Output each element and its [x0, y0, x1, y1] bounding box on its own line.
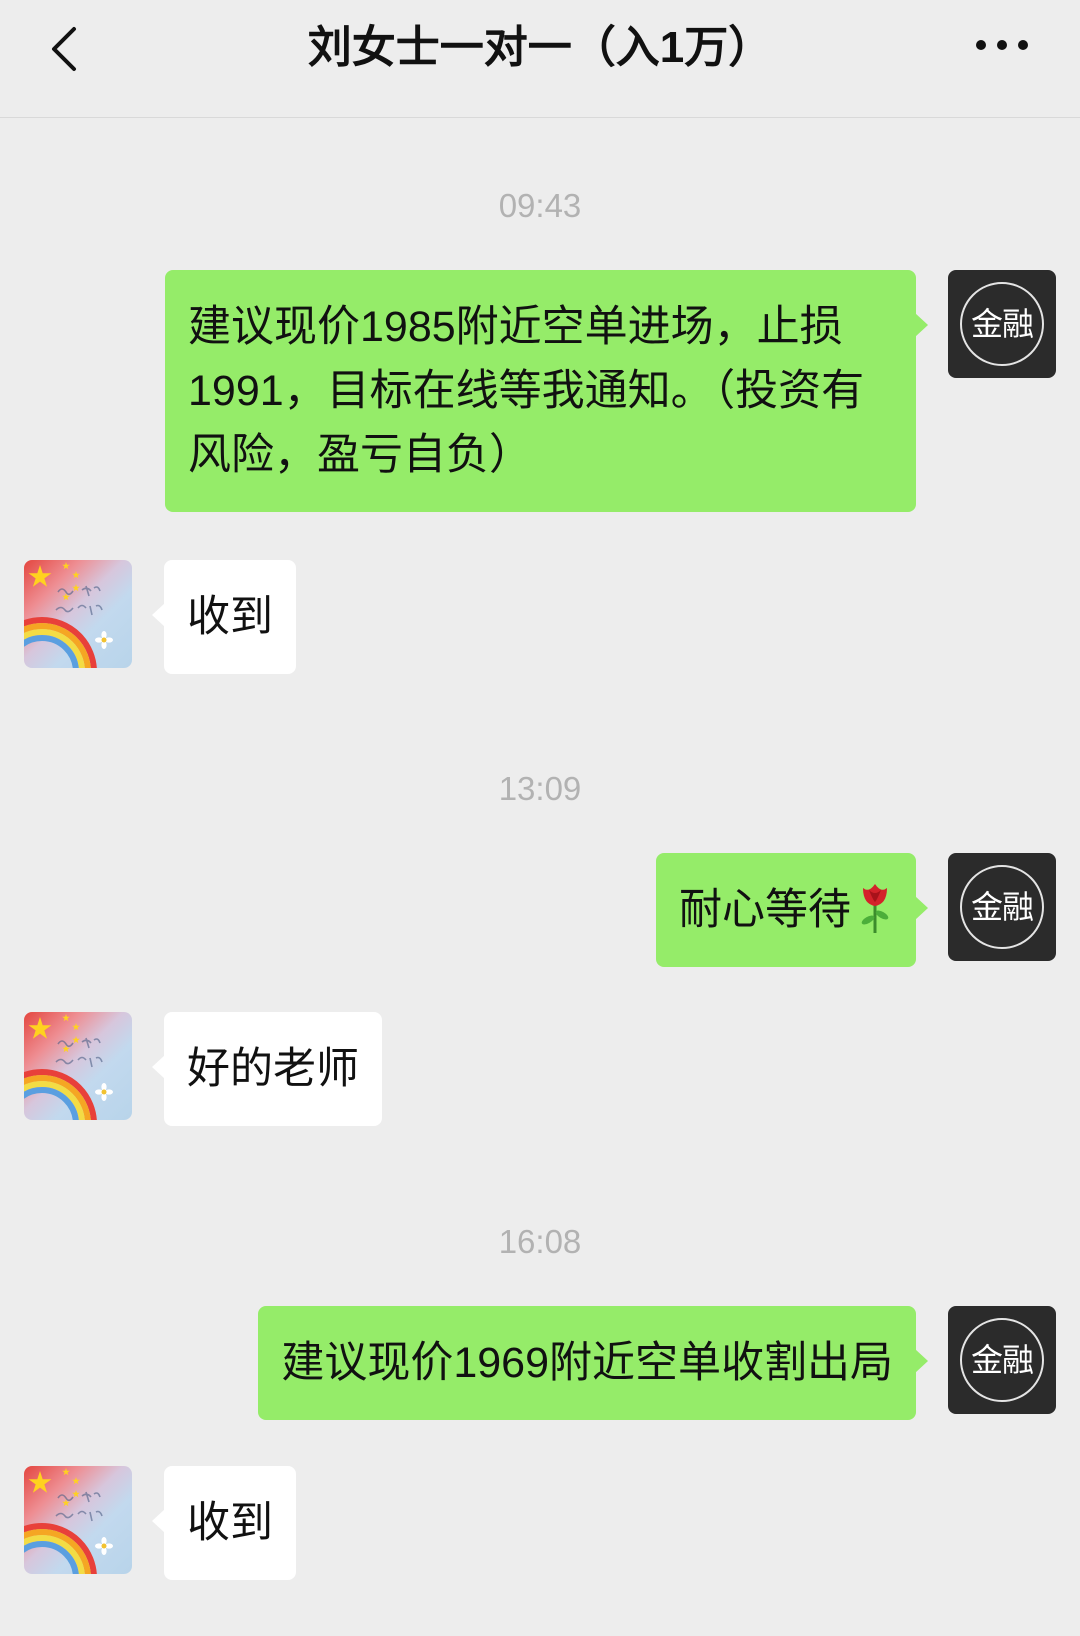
- chat-screen: 刘女士一对一（入1万） 09:43 建议现价1985附近空单进场，止损1991，…: [0, 0, 1080, 1636]
- message-text: 收到: [187, 1499, 273, 1547]
- contact-avatar[interactable]: [24, 560, 132, 668]
- more-dots-icon: [976, 40, 1028, 50]
- message-text: 耐心等待: [679, 886, 851, 934]
- flag-rainbow-avatar-art: [24, 1014, 113, 1120]
- more-button[interactable]: [974, 38, 1030, 52]
- self-avatar[interactable]: 金融: [948, 270, 1056, 378]
- sent-message-bubble[interactable]: 建议现价1985附近空单进场，止损1991，目标在线等我通知。（投资有风险，盈亏…: [165, 270, 928, 512]
- timestamp: 13:09: [498, 770, 582, 807]
- chat-header: 刘女士一对一（入1万）: [0, 0, 1080, 118]
- rose-icon: [861, 884, 889, 933]
- message-text: 收到: [187, 593, 273, 641]
- contact-avatar[interactable]: [24, 1012, 132, 1120]
- flag-rainbow-avatar-art: [24, 1468, 113, 1574]
- sent-message-bubble[interactable]: 建议现价1969附近空单收割出局: [258, 1306, 928, 1420]
- flag-rainbow-avatar-art: [24, 562, 113, 668]
- received-message-bubble[interactable]: 好的老师: [152, 1012, 382, 1126]
- avatar-logo-text: 金融: [970, 306, 1034, 342]
- timestamp: 09:43: [498, 187, 582, 224]
- chevron-left-icon: [52, 27, 76, 71]
- contact-avatar[interactable]: [24, 1466, 132, 1574]
- received-message-bubble[interactable]: 收到: [152, 560, 296, 674]
- message-text: 建议现价1969附近空单收割出局: [281, 1339, 893, 1387]
- self-avatar[interactable]: 金融: [948, 853, 1056, 961]
- message-text: 好的老师: [187, 1045, 359, 1093]
- self-avatar[interactable]: 金融: [948, 1306, 1056, 1414]
- message-text: 建议现价1985附近空单进场，止损1991，目标在线等我通知。（投资有风险，盈亏…: [188, 303, 865, 479]
- sent-message-bubble[interactable]: 耐心等待: [656, 853, 928, 967]
- back-button[interactable]: [46, 24, 82, 74]
- received-message-bubble[interactable]: 收到: [152, 1466, 296, 1580]
- chat-title: 刘女士一对一（入1万）: [307, 23, 773, 72]
- avatar-logo-text: 金融: [970, 1342, 1034, 1378]
- timestamp: 16:08: [498, 1223, 582, 1260]
- avatar-logo-text: 金融: [970, 889, 1034, 925]
